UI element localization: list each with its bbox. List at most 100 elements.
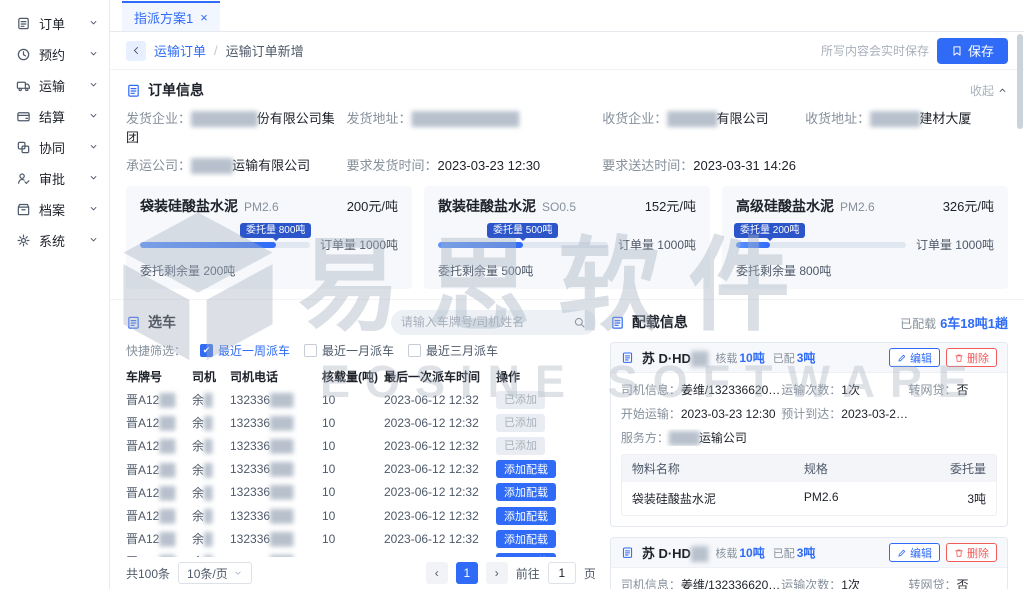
trash-icon bbox=[954, 548, 964, 558]
column-header: 最后一次派车时间 bbox=[384, 368, 496, 385]
redacted-text: ██ bbox=[159, 555, 174, 557]
bottom-panels: 选车 快捷筛选： ✔最近一周派车最近一月派车最近三月派车 车牌号司机司机电话核载… bbox=[110, 299, 1024, 589]
redacted-text: ██ bbox=[159, 416, 174, 430]
sidebar-item-label: 订单 bbox=[39, 14, 65, 33]
chevron-down-icon bbox=[233, 568, 243, 578]
sidebar-item-archive[interactable]: 档案 bbox=[0, 194, 109, 225]
redacted-text: ███ bbox=[270, 462, 293, 476]
phone-cell: 132336███ bbox=[230, 393, 322, 407]
stowage-panel-title: 配载信息 bbox=[632, 312, 688, 332]
back-button[interactable] bbox=[126, 41, 146, 61]
added-button: 已添加 bbox=[496, 391, 545, 409]
search-icon[interactable] bbox=[573, 316, 586, 329]
sidebar-item-orders[interactable]: 订单 bbox=[0, 8, 109, 39]
redacted-text: ███ bbox=[270, 532, 293, 546]
quick-filters: 快捷筛选： ✔最近一周派车最近一月派车最近三月派车 bbox=[126, 338, 596, 362]
stowage-field: 司机信息：姜维/13233662062 bbox=[621, 576, 781, 589]
sidebar-item-collaboration[interactable]: 协同 bbox=[0, 132, 109, 163]
product-card: 袋装硅酸盐水泥PM2.6200元/吨委托量 800吨订单量 1000吨委托剩余量… bbox=[126, 186, 412, 289]
product-spec: SO0.5 bbox=[542, 200, 576, 214]
redacted-text: ███ bbox=[270, 393, 293, 407]
sidebar-item-transport[interactable]: 运输 bbox=[0, 70, 109, 101]
loaded-summary: 已配载6车18吨1趟 bbox=[900, 313, 1008, 332]
stowage-field: 开始运输：2023-03-23 12:30 bbox=[621, 405, 781, 422]
phone-cell: 132336███ bbox=[230, 416, 322, 430]
archive-icon bbox=[16, 202, 31, 217]
reservation-icon bbox=[16, 47, 31, 62]
add-stowage-button[interactable]: 添加配载 bbox=[496, 483, 556, 501]
commission-badge: 委托量 500吨 bbox=[487, 223, 558, 238]
search-input[interactable] bbox=[401, 315, 567, 329]
next-page-button[interactable]: › bbox=[486, 562, 508, 584]
tab-assign-plan[interactable]: 指派方案1 × bbox=[122, 1, 220, 31]
edit-button[interactable]: 编辑 bbox=[889, 543, 940, 562]
filter-checkbox-1[interactable]: 最近一月派车 bbox=[304, 342, 394, 359]
vehicle-search-box bbox=[391, 310, 596, 335]
chevron-down-icon bbox=[88, 48, 99, 59]
order-quantity: 订单量 1000吨 bbox=[618, 236, 696, 253]
sidebar-item-label: 协同 bbox=[39, 138, 65, 157]
material-table: 物料名称规格委托量袋装硅酸盐水泥PM2.63吨 bbox=[621, 454, 997, 516]
redacted-text: ████████ bbox=[191, 111, 257, 126]
product-price: 200元/吨 bbox=[347, 196, 398, 215]
add-stowage-button[interactable]: 添加配载 bbox=[496, 460, 556, 478]
redacted-text: ███ bbox=[270, 509, 293, 523]
capacity-cell: 10 bbox=[322, 439, 384, 453]
sidebar-item-settlement[interactable]: 结算 bbox=[0, 101, 109, 132]
last-dispatch-cell: 2023-06-12 12:32 bbox=[384, 485, 496, 499]
redacted-text: ██ bbox=[159, 532, 174, 546]
settlement-icon bbox=[16, 109, 31, 124]
phone-cell: 132336███ bbox=[230, 462, 322, 476]
close-icon[interactable]: × bbox=[200, 10, 208, 25]
total-count: 共100条 bbox=[126, 565, 170, 582]
redacted-text: ██ bbox=[691, 546, 707, 561]
material-table-row: 袋装硅酸盐水泥PM2.63吨 bbox=[622, 482, 996, 515]
chevron-down-icon bbox=[88, 203, 99, 214]
page-1-button[interactable]: 1 bbox=[456, 562, 478, 584]
add-stowage-button[interactable]: 添加配载 bbox=[496, 530, 556, 548]
filter-checkbox-0[interactable]: ✔最近一周派车 bbox=[200, 342, 290, 359]
redacted-text: ███ bbox=[270, 439, 293, 453]
delete-button[interactable]: 删除 bbox=[946, 543, 997, 562]
vehicle-row: 晋A12██余█132336███102023-06-12 12:32添加配载 bbox=[126, 481, 596, 504]
commission-badge: 委托量 800吨 bbox=[240, 223, 311, 238]
stowage-panel-icon bbox=[610, 315, 625, 330]
sidebar-item-system[interactable]: 系统 bbox=[0, 225, 109, 256]
capacity-cell: 10 bbox=[322, 485, 384, 499]
delete-button[interactable]: 删除 bbox=[946, 348, 997, 367]
add-stowage-button[interactable]: 添加配载 bbox=[496, 507, 556, 525]
scrollbar-thumb[interactable] bbox=[1017, 34, 1023, 129]
save-button[interactable]: 保存 bbox=[937, 38, 1008, 64]
driver-cell: 余█ bbox=[192, 391, 230, 408]
edit-button[interactable]: 编辑 bbox=[889, 348, 940, 367]
breadcrumb-bar: 运输订单 / 运输订单新增 所写内容会实时保存 保存 bbox=[110, 32, 1024, 70]
system-icon bbox=[16, 233, 31, 248]
chevron-down-icon bbox=[88, 172, 99, 183]
column-header: 核载量(吨) bbox=[322, 368, 384, 385]
page-size-select[interactable]: 10条/页 bbox=[178, 562, 252, 584]
last-dispatch-cell: 2023-06-12 12:32 bbox=[384, 416, 496, 430]
sidebar-item-reservation[interactable]: 预约 bbox=[0, 39, 109, 70]
action-cell: 添加配载 bbox=[496, 530, 596, 548]
filter-checkbox-2[interactable]: 最近三月派车 bbox=[408, 342, 498, 359]
action-cell: 已添加 bbox=[496, 414, 596, 432]
phone-cell: 132336███ bbox=[230, 485, 322, 499]
sidebar-item-approval[interactable]: 审批 bbox=[0, 163, 109, 194]
stowage-panel: 配载信息 已配载6车18吨1趟 苏 D·HD██核载10吨已配3吨编辑删除司机信… bbox=[610, 306, 1008, 589]
vehicle-table: 车牌号司机司机电话核载量(吨)最后一次派车时间操作 晋A12██余█132336… bbox=[126, 364, 596, 557]
plate-cell: 晋A12██ bbox=[126, 437, 192, 454]
redacted-text: █████ bbox=[191, 158, 232, 173]
vehicle-row: 晋A12██余█132336███102023-06-12 12:32添加配载 bbox=[126, 550, 596, 557]
collapse-toggle[interactable]: 收起 bbox=[970, 82, 1008, 99]
goto-page-input[interactable] bbox=[548, 562, 576, 584]
action-cell: 添加配载 bbox=[496, 483, 596, 501]
chevron-down-icon bbox=[88, 234, 99, 245]
vehicle-panel-icon bbox=[126, 315, 141, 330]
sidebar-item-label: 运输 bbox=[39, 76, 65, 95]
prev-page-button[interactable]: ‹ bbox=[426, 562, 448, 584]
breadcrumb-parent[interactable]: 运输订单 bbox=[154, 41, 206, 60]
sidebar-item-label: 审批 bbox=[39, 169, 65, 188]
commission-badge: 委托量 200吨 bbox=[734, 223, 805, 238]
sidebar-item-label: 系统 bbox=[39, 231, 65, 250]
vehicle-row: 晋A12██余█132336███102023-06-12 12:32添加配载 bbox=[126, 527, 596, 550]
